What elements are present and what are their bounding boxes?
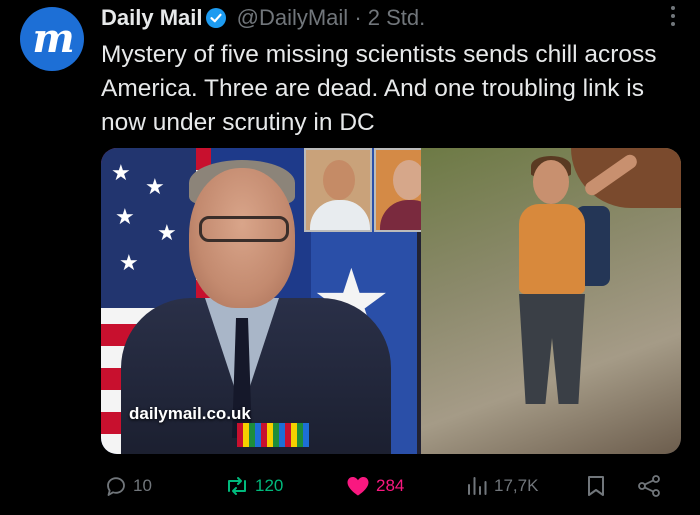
post-text: Mystery of five missing scientists sends… — [101, 41, 657, 136]
action-bar: 10 120 284 17,7K — [0, 470, 700, 502]
watermark-text: dailymail.co.uk — [129, 404, 251, 423]
separator-dot: · — [354, 5, 362, 30]
like-count: 284 — [376, 476, 405, 495]
avatar[interactable]: m — [20, 7, 84, 71]
post-header: Daily Mail @DailyMail · 2 Std. — [101, 4, 425, 32]
author-handle[interactable]: @DailyMail — [237, 5, 349, 30]
like-button[interactable]: 284 — [345, 474, 404, 498]
repost-button[interactable]: 120 — [224, 474, 283, 498]
author-name[interactable]: Daily Mail — [101, 5, 202, 30]
share-icon[interactable] — [636, 474, 662, 498]
scientist-thumbnail-1 — [304, 148, 372, 232]
post-media[interactable]: ★ ★ ★ ★ ★ ★ dailymail.co.uk — [101, 148, 681, 454]
repost-icon — [228, 477, 246, 495]
like-heart-icon — [347, 477, 369, 496]
more-options-icon[interactable] — [670, 6, 676, 30]
reply-count: 10 — [133, 476, 152, 495]
views-button[interactable]: 17,7K — [465, 474, 538, 498]
reply-icon — [107, 477, 125, 496]
post-time[interactable]: 2 Std. — [368, 5, 425, 30]
view-count: 17,7K — [494, 476, 539, 495]
verified-badge-icon — [206, 8, 227, 28]
hiker-photo — [421, 148, 681, 454]
views-chart-icon — [468, 477, 487, 495]
bookmark-icon[interactable] — [585, 474, 607, 498]
reply-button[interactable]: 10 — [104, 474, 152, 498]
repost-count: 120 — [255, 476, 284, 495]
avatar-logo: m — [32, 15, 74, 62]
